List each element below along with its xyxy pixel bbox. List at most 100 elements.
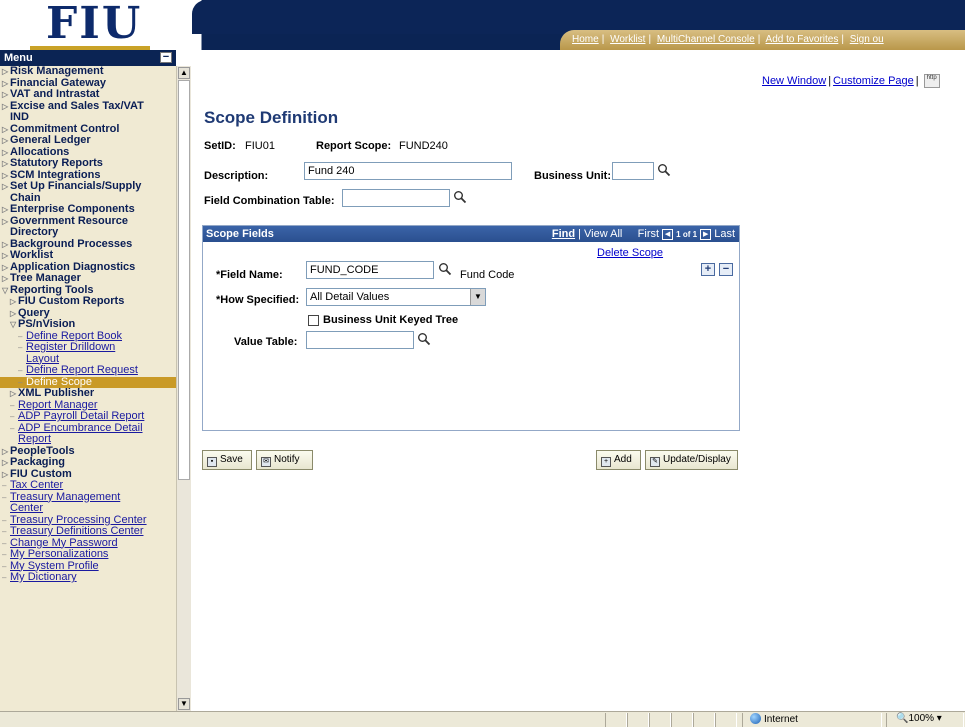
home-link[interactable]: Home bbox=[572, 34, 599, 45]
collapsed-arrow-icon: ▷ bbox=[2, 90, 9, 99]
sidebar-item-label: FIU Custom bbox=[10, 467, 72, 480]
sidebar-item-label: Application Diagnostics bbox=[10, 260, 136, 273]
business-unit-label: Business Unit: bbox=[534, 170, 612, 182]
delete-row-icon[interactable]: − bbox=[719, 263, 733, 276]
delete-scope-link[interactable]: Delete Scope bbox=[597, 247, 663, 259]
collapsed-arrow-icon: ▷ bbox=[2, 239, 9, 249]
globe-icon bbox=[750, 713, 761, 724]
notify-button[interactable]: ✉ Notify bbox=[256, 450, 313, 470]
add-label: Add bbox=[614, 454, 632, 465]
worklist-link[interactable]: Worklist bbox=[610, 34, 645, 45]
sidebar-menu: ▷ Risk Management ▷ Financial Gateway ▷ VAT a… bbox=[0, 66, 176, 711]
add-button[interactable]: + Add bbox=[596, 450, 641, 470]
collapsed-arrow-icon: ▷ bbox=[2, 205, 9, 214]
save-icon: ▪ bbox=[207, 457, 217, 467]
report-scope-label: Report Scope: bbox=[316, 140, 392, 152]
sidebar-item-label: IND bbox=[10, 111, 29, 123]
collapsed-arrow-icon: ▷ bbox=[2, 67, 9, 76]
sidebar-item-label: Layout bbox=[26, 352, 60, 365]
business-unit-lookup-icon[interactable] bbox=[657, 163, 671, 177]
collapsed-arrow-icon: ▷ bbox=[2, 458, 9, 467]
collapsed-arrow-icon: ▷ bbox=[10, 297, 17, 306]
fiu-logo: FIU bbox=[46, 0, 143, 49]
setid-label: SetID: bbox=[204, 140, 236, 152]
expanded-arrow-icon: ▽ bbox=[10, 320, 17, 329]
sidebar-item-my-dictionary[interactable]: – My Dictionary bbox=[0, 571, 176, 584]
bu-keyed-tree-checkbox[interactable] bbox=[308, 315, 319, 326]
sidebar-item-label: ADP Encumbrance Detail bbox=[18, 421, 143, 434]
view-all-link[interactable]: View All bbox=[584, 228, 622, 240]
collapsed-arrow-icon: ▷ bbox=[2, 446, 9, 456]
dropdown-arrow-icon[interactable]: ▼ bbox=[470, 289, 485, 305]
field-name-label: *Field Name: bbox=[216, 269, 283, 281]
sidebar-item-label: Financial Gateway bbox=[10, 76, 106, 89]
collapsed-arrow-icon: ▷ bbox=[2, 182, 9, 191]
sidebar-item-label: Directory bbox=[10, 226, 59, 238]
sidebar-item-label: Query bbox=[18, 306, 50, 319]
sidebar-item-label: Chain bbox=[10, 191, 41, 204]
dash-icon: – bbox=[2, 538, 7, 548]
page-info: 1 of 1 bbox=[676, 230, 698, 239]
sidebar-item-label: Government Resource bbox=[10, 214, 128, 227]
http-icon[interactable]: http bbox=[923, 74, 940, 88]
setid-value: FIU01 bbox=[245, 140, 275, 152]
customize-page-link[interactable]: Customize Page bbox=[833, 75, 914, 87]
status-cell bbox=[715, 713, 737, 727]
collapsed-arrow-icon: ▷ bbox=[2, 170, 9, 180]
sidebar-item-label: Treasury Management bbox=[10, 490, 121, 503]
first-label: First bbox=[637, 228, 660, 240]
sidebar-item-label: Tax Center bbox=[10, 479, 64, 491]
field-combination-field[interactable] bbox=[342, 189, 450, 207]
dash-icon: – bbox=[2, 550, 7, 559]
business-unit-field[interactable] bbox=[612, 162, 654, 180]
status-cell bbox=[649, 713, 671, 727]
sidebar-item-label: XML Publisher bbox=[18, 387, 95, 399]
dash-icon: – bbox=[2, 561, 7, 571]
field-name-lookup-icon[interactable] bbox=[438, 262, 452, 276]
description-field[interactable] bbox=[304, 162, 512, 180]
save-label: Save bbox=[220, 454, 243, 465]
scroll-down-icon[interactable]: ▼ bbox=[178, 698, 190, 710]
sidebar-item-label: SCM Integrations bbox=[10, 168, 101, 181]
notify-label: Notify bbox=[274, 454, 300, 465]
sidebar-scrollbar[interactable]: ▲ ▼ bbox=[176, 66, 191, 711]
add-to-favorites-link[interactable]: Add to Favorites bbox=[766, 34, 839, 45]
dash-icon: – bbox=[2, 527, 7, 536]
save-button[interactable]: ▪ Save bbox=[202, 450, 252, 470]
zoom-level[interactable]: 🔍100% ▾ bbox=[896, 713, 942, 724]
status-bar: Internet 🔍100% ▾ bbox=[0, 711, 965, 727]
menu-collapse-icon[interactable]: − bbox=[160, 52, 172, 63]
scrollbar-thumb[interactable] bbox=[178, 80, 190, 480]
add-row-icon[interactable]: + bbox=[701, 263, 715, 276]
update-display-button[interactable]: ✎ Update/Display bbox=[645, 450, 738, 470]
dash-icon: – bbox=[18, 331, 23, 341]
value-table-field[interactable] bbox=[306, 331, 414, 349]
field-combination-lookup-icon[interactable] bbox=[453, 190, 467, 204]
dash-icon: – bbox=[2, 515, 7, 525]
zoom-icon: 🔍 bbox=[896, 713, 909, 724]
sidebar-item-label: Register Drilldown bbox=[26, 341, 116, 353]
status-cell bbox=[693, 713, 715, 727]
bu-keyed-tree-label: Business Unit Keyed Tree bbox=[323, 314, 459, 326]
field-name-field[interactable] bbox=[306, 261, 434, 279]
dash-icon: – bbox=[10, 412, 15, 421]
dash-icon: – bbox=[18, 366, 23, 375]
multichannel-console-link[interactable]: MultiChannel Console bbox=[657, 34, 755, 45]
sidebar-item-label: Commitment Control bbox=[10, 122, 120, 135]
scope-fields-title: Scope Fields bbox=[206, 228, 274, 240]
collapsed-arrow-icon: ▷ bbox=[2, 124, 9, 134]
sign-out-link[interactable]: Sign ou bbox=[850, 34, 884, 45]
header-links: Home | Worklist | MultiChannel Console | Ad… bbox=[572, 34, 884, 45]
scroll-up-icon[interactable]: ▲ bbox=[178, 67, 190, 79]
previous-icon[interactable]: ◀ bbox=[662, 228, 674, 240]
collapsed-arrow-icon: ▷ bbox=[2, 101, 9, 111]
sidebar-item-label: Packaging bbox=[10, 456, 66, 468]
collapsed-arrow-icon: ▷ bbox=[2, 147, 9, 157]
how-specified-select[interactable]: All Detail Values ▼ bbox=[306, 288, 486, 306]
add-icon: + bbox=[601, 457, 611, 467]
find-link[interactable]: Find bbox=[552, 228, 575, 240]
sidebar-item-label: Statutory Reports bbox=[10, 157, 103, 169]
new-window-link[interactable]: New Window bbox=[762, 75, 826, 87]
next-icon[interactable]: ▶ bbox=[700, 228, 712, 240]
value-table-lookup-icon[interactable] bbox=[417, 332, 431, 346]
